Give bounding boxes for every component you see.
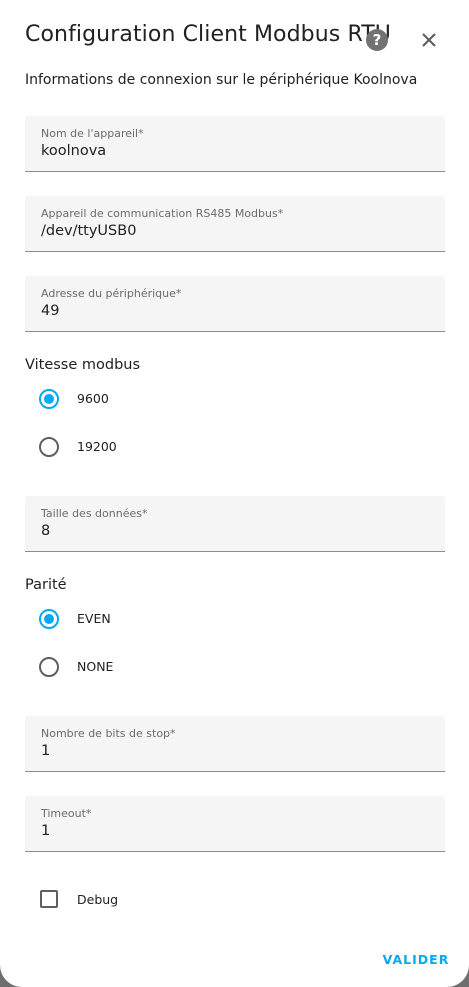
device-name-label: Nom de l'appareil* [41,127,144,140]
help-icon[interactable]: ? [366,29,388,51]
parity-option-label: EVEN [77,611,111,626]
stop-bits-field[interactable]: Nombre de bits de stop* 1 [25,716,445,772]
speed-option-label: 19200 [77,439,117,454]
radio-unchecked-icon[interactable] [39,657,59,677]
config-dialog: Configuration Client Modbus RTU ? Inform… [0,0,469,987]
close-icon[interactable] [417,28,441,52]
parity-option-label: NONE [77,659,114,674]
timeout-label: Timeout* [41,807,92,820]
submit-button[interactable]: VALIDER [380,944,452,976]
parity-section-label: Parité [25,577,67,593]
data-size-label: Taille des données* [41,507,148,520]
speed-option-9600[interactable]: 9600 [38,388,238,412]
speed-option-label: 9600 [77,391,109,406]
dialog-title: Configuration Client Modbus RTU [25,22,391,47]
dialog-subtitle: Informations de connexion sur le périphé… [25,72,418,88]
speed-option-19200[interactable]: 19200 [38,436,238,460]
checkbox-unchecked-icon[interactable] [40,890,58,908]
stop-bits-label: Nombre de bits de stop* [41,727,176,740]
radio-checked-icon[interactable] [39,389,59,409]
radio-checked-icon[interactable] [39,609,59,629]
parity-option-none[interactable]: NONE [38,656,238,680]
com-device-field[interactable]: Appareil de communication RS485 Modbus* … [25,196,445,252]
radio-unchecked-icon[interactable] [39,437,59,457]
address-field[interactable]: Adresse du périphérique* 49 [25,276,445,332]
address-value[interactable]: 49 [41,303,59,319]
device-name-field[interactable]: Nom de l'appareil* koolnova [25,116,445,172]
data-size-value[interactable]: 8 [41,523,50,539]
com-device-label: Appareil de communication RS485 Modbus* [41,207,284,220]
data-size-field[interactable]: Taille des données* 8 [25,496,445,552]
timeout-value[interactable]: 1 [41,823,50,839]
stop-bits-value[interactable]: 1 [41,743,50,759]
com-device-value[interactable]: /dev/ttyUSB0 [41,223,136,239]
address-label: Adresse du périphérique* [41,287,182,300]
device-name-value[interactable]: koolnova [41,143,106,159]
debug-label: Debug [77,892,119,907]
parity-option-even[interactable]: EVEN [38,608,238,632]
debug-checkbox-row[interactable]: Debug [38,888,238,912]
timeout-field[interactable]: Timeout* 1 [25,796,445,852]
close-icon-glyph [422,33,436,47]
speed-section-label: Vitesse modbus [25,357,141,373]
